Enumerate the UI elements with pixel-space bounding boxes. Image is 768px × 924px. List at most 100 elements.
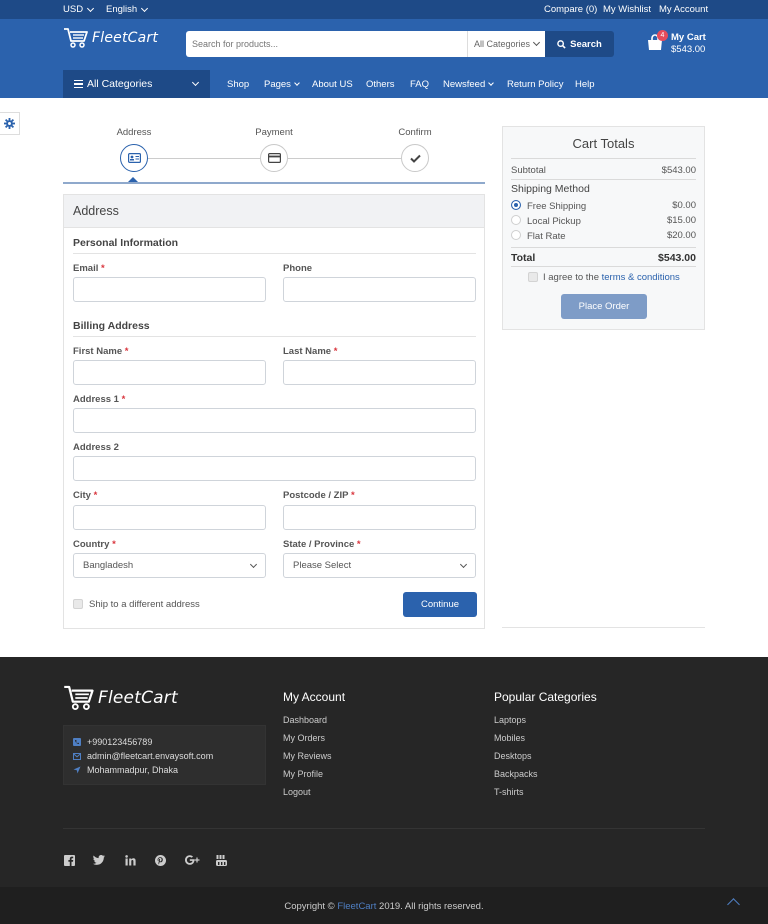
footer-link-my-orders[interactable]: My Orders	[283, 733, 325, 743]
steps-underline	[63, 182, 485, 184]
cart-total: $543.00	[671, 44, 706, 55]
chevron-down-icon	[459, 560, 468, 569]
step-connector	[288, 158, 401, 159]
footer: FleetCart +990123456789 admin@fleetcart.…	[0, 657, 768, 924]
nav-item-pages[interactable]: Pages	[264, 79, 300, 90]
terms-link[interactable]: terms & conditions	[602, 272, 680, 283]
account-link[interactable]: My Account	[659, 4, 708, 15]
contact-phone-text: +990123456789	[87, 737, 153, 747]
personal-info-heading: Personal Information	[73, 237, 179, 249]
state-label-text: State / Province	[283, 539, 355, 550]
all-categories-dropdown[interactable]: All Categories	[63, 70, 210, 98]
copyright-brand-link[interactable]: FleetCart	[337, 901, 376, 912]
billing-address-heading: Billing Address	[73, 320, 150, 332]
twitter-icon[interactable]	[93, 854, 105, 866]
place-order-button[interactable]: Place Order	[561, 294, 647, 319]
ship-different-checkbox[interactable]	[73, 599, 83, 609]
google-plus-icon[interactable]	[184, 854, 200, 866]
wishlist-link[interactable]: My Wishlist	[603, 4, 651, 15]
ship-different-label: Ship to a different address	[89, 599, 200, 610]
footer-link-logout[interactable]: Logout	[283, 787, 311, 797]
divider	[511, 266, 696, 267]
address-form: Address Personal Information Email * Pho…	[63, 194, 485, 629]
site-logo[interactable]: FleetCart	[63, 27, 158, 49]
footer-divider	[63, 828, 705, 829]
address2-label: Address 2	[73, 442, 119, 453]
step-confirm[interactable]	[401, 144, 429, 172]
total-value: $543.00	[658, 252, 696, 264]
footer-link-desktops[interactable]: Desktops	[494, 751, 532, 761]
footer-link-my-profile[interactable]: My Profile	[283, 769, 323, 779]
search-category-select[interactable]: All Categories	[467, 31, 545, 57]
city-field[interactable]	[73, 505, 266, 530]
email-field[interactable]	[73, 277, 266, 302]
nav-item-others[interactable]: Others	[366, 79, 395, 90]
address2-field[interactable]	[73, 456, 476, 481]
address1-field[interactable]	[73, 408, 476, 433]
linkedin-icon[interactable]	[124, 854, 136, 866]
shipping-option-name: Free Shipping	[527, 201, 587, 212]
footer-logo[interactable]: FleetCart	[63, 684, 178, 712]
footer-link-tshirts[interactable]: T-shirts	[494, 787, 524, 797]
location-arrow-icon	[73, 766, 81, 774]
step-payment[interactable]	[260, 144, 288, 172]
copyright-text: Copyright © FleetCart 2019. All rights r…	[0, 901, 768, 912]
nav-item-about[interactable]: About US	[312, 79, 353, 90]
required-marker: *	[93, 490, 98, 501]
nav-item-return-policy[interactable]: Return Policy	[507, 79, 564, 90]
footer-link-my-reviews[interactable]: My Reviews	[283, 751, 332, 761]
contact-address-text: Mohammadpur, Dhaka	[87, 765, 179, 775]
required-marker: *	[350, 490, 355, 501]
nav-item-help[interactable]: Help	[575, 79, 595, 90]
step-address[interactable]	[120, 144, 148, 172]
total-row: Total $543.00	[511, 252, 696, 264]
nav-item-shop[interactable]: Shop	[227, 79, 249, 90]
step-confirm-label: Confirm	[398, 127, 432, 138]
shipping-option-free[interactable]: Free Shipping $0.00	[511, 200, 696, 212]
terms-checkbox[interactable]	[528, 272, 538, 282]
terms-prefix: I agree to the	[543, 272, 599, 283]
section-divider	[73, 253, 476, 254]
search-button[interactable]: Search	[545, 31, 614, 57]
currency-selector[interactable]: USD	[63, 4, 95, 15]
last-name-label-text: Last Name	[283, 346, 332, 357]
last-name-field[interactable]	[283, 360, 476, 385]
search-input[interactable]	[186, 31, 467, 57]
youtube-icon[interactable]	[215, 854, 227, 866]
shipping-option-flat-rate[interactable]: Flat Rate $20.00	[511, 230, 696, 242]
search-category-value: All Categories	[474, 39, 531, 49]
language-selector[interactable]: English	[106, 4, 149, 15]
pinterest-icon[interactable]	[154, 854, 166, 866]
step-payment-label: Payment	[255, 127, 293, 138]
divider	[511, 158, 696, 159]
required-marker: *	[333, 346, 338, 357]
nav-item-newsfeed[interactable]: Newsfeed	[443, 79, 495, 90]
country-label-text: Country	[73, 539, 110, 550]
language-label: English	[106, 4, 138, 15]
footer-link-dashboard[interactable]: Dashboard	[283, 715, 327, 725]
radio[interactable]	[511, 215, 521, 225]
continue-button[interactable]: Continue	[403, 592, 477, 617]
radio-selected[interactable]	[511, 200, 521, 210]
footer-link-backpacks[interactable]: Backpacks	[494, 769, 538, 779]
state-select[interactable]: Please Select	[283, 553, 476, 578]
postcode-field[interactable]	[283, 505, 476, 530]
compare-link[interactable]: Compare (0)	[544, 4, 597, 15]
facebook-icon[interactable]	[63, 854, 75, 866]
footer-link-mobiles[interactable]: Mobiles	[494, 733, 525, 743]
radio[interactable]	[511, 230, 521, 240]
required-marker: *	[356, 539, 361, 550]
shipping-option-name: Flat Rate	[527, 231, 566, 242]
phone-field[interactable]	[283, 277, 476, 302]
country-select[interactable]: Bangladesh	[73, 553, 266, 578]
nav-item-faq[interactable]: FAQ	[410, 79, 429, 90]
phone-icon	[73, 738, 81, 746]
settings-toggle[interactable]	[0, 112, 20, 135]
chevron-down-icon	[532, 38, 541, 47]
email-label-text: Email	[73, 263, 99, 274]
contact-info: +990123456789 admin@fleetcart.envaysoft.…	[63, 725, 266, 785]
shipping-option-local-pickup[interactable]: Local Pickup $15.00	[511, 215, 696, 227]
form-title: Address	[64, 195, 484, 228]
first-name-field[interactable]	[73, 360, 266, 385]
footer-link-laptops[interactable]: Laptops	[494, 715, 526, 725]
